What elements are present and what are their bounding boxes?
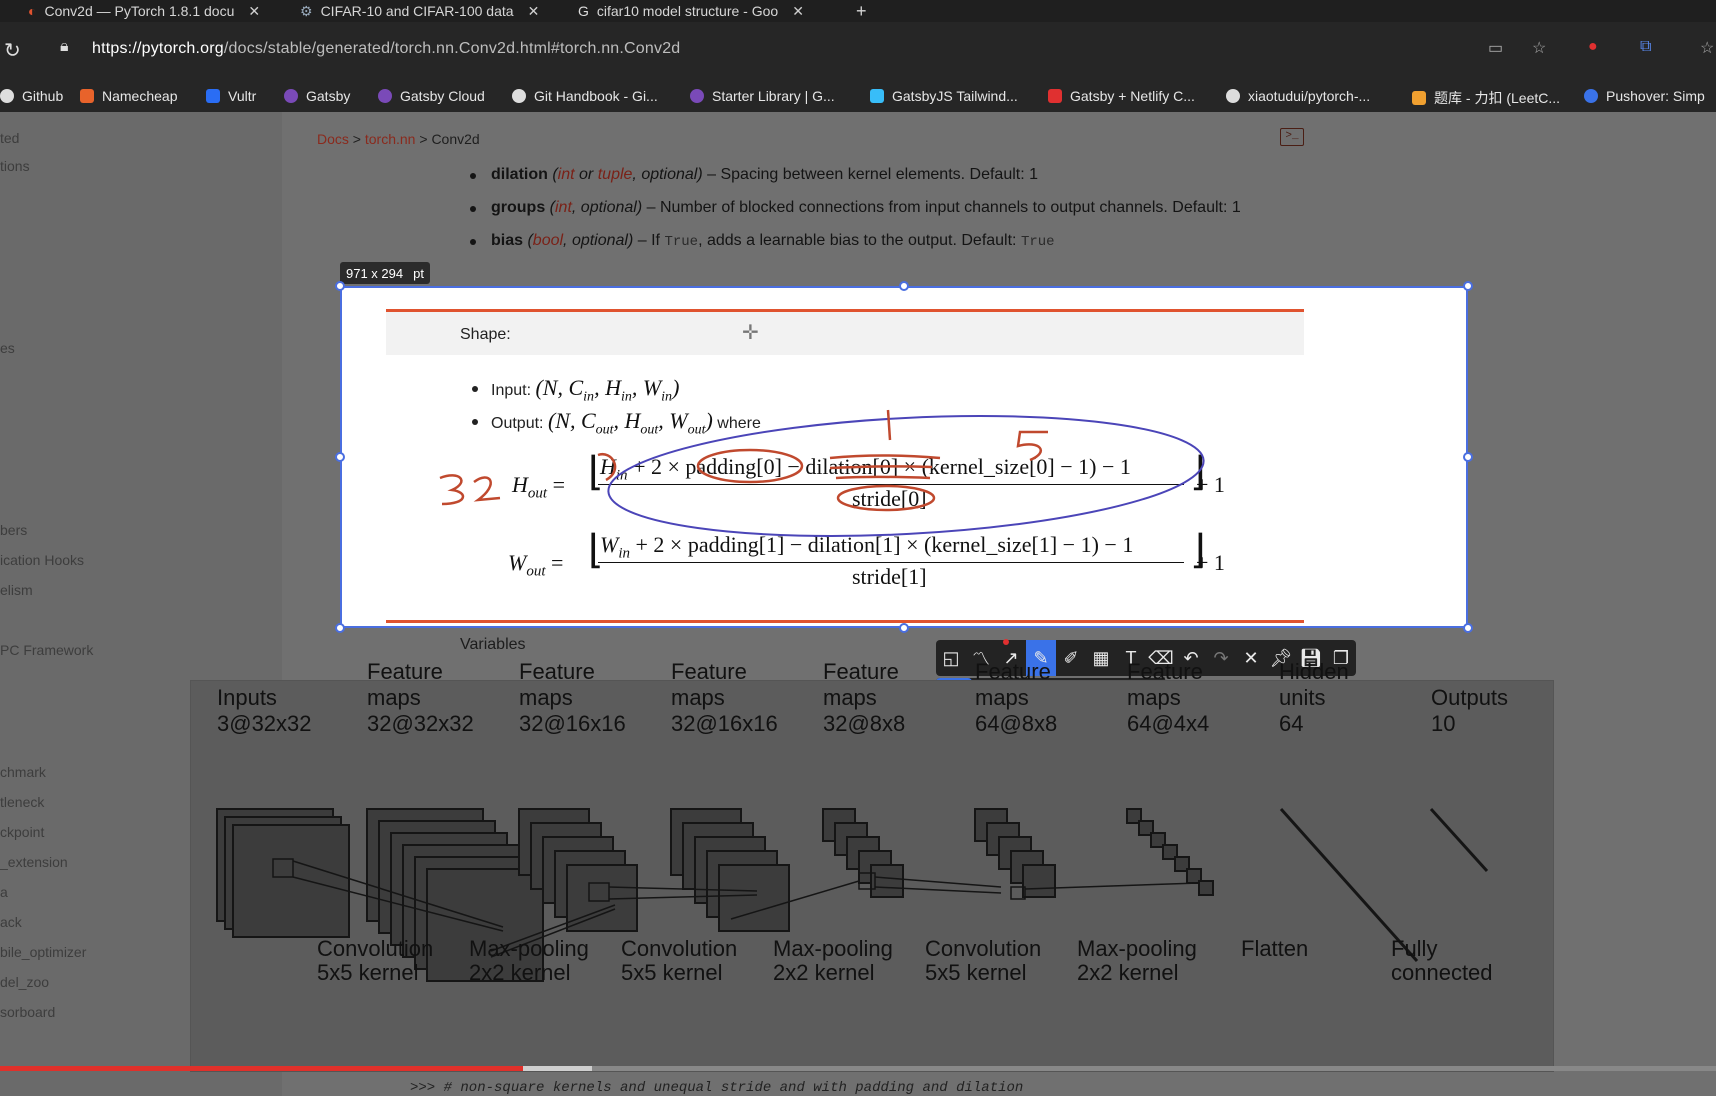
feature-map <box>718 864 790 932</box>
marker-tool-button[interactable]: ✐ <box>1056 640 1086 676</box>
redo-button[interactable]: ↷ <box>1206 640 1236 676</box>
op-label: Fully connected <box>1391 936 1493 985</box>
annotation-one <box>886 409 892 441</box>
shape-tool-button[interactable]: ◱ <box>936 640 966 676</box>
op-label: Max-pooling 2x2 kernel <box>773 936 893 985</box>
annotation-thirty-two <box>439 474 501 506</box>
video-buffered-bar <box>523 1066 592 1071</box>
marker-icon: ✐ <box>1063 647 1079 668</box>
mosaic-icon: ▦ <box>1092 647 1110 668</box>
feature-map <box>870 864 904 898</box>
video-progress-fill[interactable] <box>0 1066 524 1071</box>
cnn-architecture-diagram: Inputs 3@32x32 Feature maps 32@32x32 Featur… <box>190 659 1554 1072</box>
output-units <box>1429 807 1489 873</box>
op-label: Convolution 5x5 kernel <box>621 936 738 985</box>
annotation-five <box>1016 430 1048 462</box>
feature-map <box>1198 880 1214 896</box>
op-label: Max-pooling 2x2 kernel <box>469 936 589 985</box>
input-channel <box>232 824 350 938</box>
annotation-circle-padding <box>696 448 804 484</box>
rectangle-icon: ◱ <box>942 647 960 668</box>
close-icon: ✕ <box>1243 647 1259 668</box>
mosaic-tool-button[interactable]: ▦ <box>1086 640 1116 676</box>
op-label: Convolution 5x5 kernel <box>925 936 1042 985</box>
annotation-stroke <box>597 452 617 482</box>
redo-icon: ↷ <box>1213 647 1229 668</box>
variables-label: Variables <box>460 636 526 653</box>
op-label: Flatten <box>1241 936 1309 961</box>
cnn-layers <box>216 807 1489 982</box>
close-button[interactable]: ✕ <box>1236 640 1266 676</box>
op-label: Convolution 5x5 kernel <box>317 936 434 985</box>
annotation-circle-stride <box>836 484 936 512</box>
op-label: Max-pooling 2x2 kernel <box>1077 936 1197 985</box>
feature-map <box>1022 864 1056 898</box>
polyline-indicator-dot <box>1003 639 1009 645</box>
code-peek: >>> # non-square kernels and unequal str… <box>410 1080 1024 1096</box>
annotation-strike-dilation <box>829 454 941 480</box>
